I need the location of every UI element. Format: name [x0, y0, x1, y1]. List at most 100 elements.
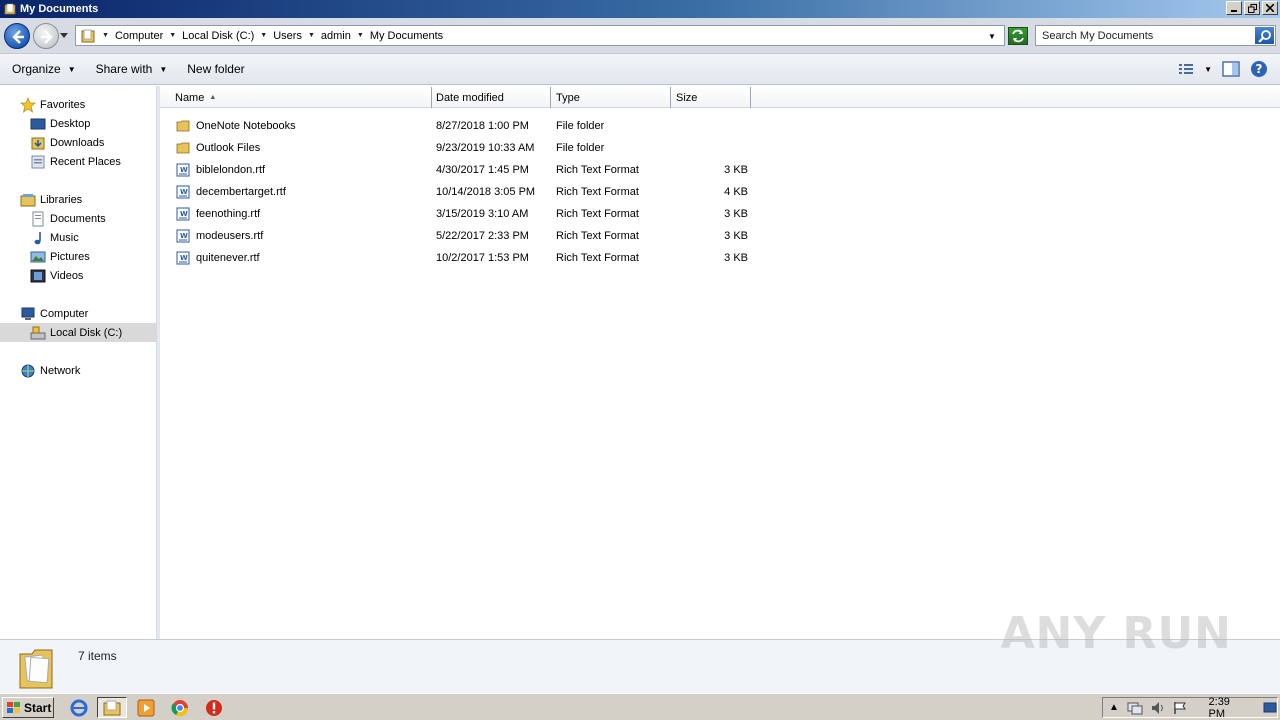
file-name: quitenever.rtf [196, 252, 260, 264]
taskbar-media-player[interactable] [131, 697, 161, 718]
date-modified-cell: 10/2/2017 1:53 PM [436, 252, 529, 264]
breadcrumb-my-documents[interactable]: ▼ My Documents [357, 30, 443, 42]
breadcrumb-local-disk[interactable]: ▼ Local Disk (C:) [169, 30, 254, 42]
nav-libraries[interactable]: Libraries [20, 190, 82, 209]
nav-documents[interactable]: Documents [30, 209, 106, 228]
column-header-name[interactable]: Name ▲ [170, 87, 432, 108]
nav-music[interactable]: Music [30, 228, 79, 247]
disk-drive-icon [30, 326, 46, 339]
address-bar[interactable]: ▼ Computer ▼ Local Disk (C:) ▼ Users ▼ a… [75, 25, 1005, 46]
breadcrumb-label: admin [320, 29, 351, 42]
navigation-pane: Favorites Desktop Downloads Recent Place… [0, 86, 157, 639]
column-header-size[interactable]: Size [671, 87, 751, 108]
rtf-document-icon: W [176, 207, 190, 221]
column-label: Size [676, 91, 698, 104]
nav-pictures[interactable]: Pictures [30, 247, 90, 266]
media-player-icon [137, 699, 155, 716]
nav-favorites[interactable]: Favorites [20, 95, 85, 114]
taskbar-chrome[interactable] [165, 697, 195, 718]
clock[interactable]: 2:39 PM [1209, 696, 1250, 720]
desktop-icon [30, 118, 46, 129]
recent-pages-chevron-icon[interactable] [60, 33, 68, 39]
share-with-button[interactable]: Share with ▼ [96, 62, 168, 76]
svg-text:W: W [180, 210, 188, 218]
chevron-down-icon: ▼ [67, 64, 76, 74]
back-button[interactable] [4, 23, 30, 49]
nav-computer[interactable]: Computer [20, 304, 88, 323]
title-bar[interactable]: My Documents [0, 0, 1280, 18]
show-hidden-icons-icon[interactable]: ▲ [1109, 702, 1119, 713]
taskbar: Start ▲ 2:39 PM [0, 693, 1280, 720]
taskbar-antivirus[interactable] [199, 697, 229, 718]
taskbar-explorer[interactable] [97, 697, 127, 718]
action-center-flag-icon[interactable] [1173, 701, 1187, 715]
new-folder-button[interactable]: New folder [187, 62, 244, 76]
view-options-icon[interactable] [1178, 62, 1194, 76]
nav-recent-places[interactable]: Recent Places [30, 152, 121, 171]
column-label: Date modified [436, 91, 504, 104]
chevron-right-icon[interactable]: ▼ [357, 32, 364, 39]
type-cell: Rich Text Format [556, 208, 639, 220]
folder-row[interactable]: OneNote Notebooks 8/27/2018 1:00 PM File f… [176, 115, 756, 137]
volume-icon[interactable] [1151, 701, 1165, 715]
forward-button[interactable] [33, 23, 59, 49]
file-row[interactable]: Wdecembertarget.rtf 10/14/2018 3:05 PM Ric… [176, 181, 756, 203]
refresh-button[interactable] [1008, 27, 1028, 45]
breadcrumb-admin[interactable]: ▼ admin [308, 30, 351, 42]
chevron-right-icon[interactable]: ▼ [169, 32, 176, 39]
name-cell: Outlook Files [176, 137, 260, 159]
svg-text:?: ? [1256, 62, 1263, 76]
preview-pane-icon[interactable] [1222, 61, 1240, 77]
organize-button[interactable]: Organize ▼ [12, 62, 76, 76]
system-tray: ▲ 2:39 PM [1102, 696, 1278, 720]
column-headers: Name ▲ Date modified Type Size [160, 87, 1280, 108]
file-row[interactable]: Wbiblelondon.rtf 4/30/2017 1:45 PM Rich Te… [176, 159, 756, 181]
internet-explorer-icon [70, 699, 88, 716]
nav-desktop[interactable]: Desktop [30, 114, 90, 133]
minimize-button[interactable] [1226, 1, 1242, 15]
nav-network[interactable]: Network [20, 361, 80, 380]
type-cell: Rich Text Format [556, 186, 639, 198]
breadcrumb-users[interactable]: ▼ Users [260, 30, 302, 42]
chevron-right-icon[interactable]: ▼ [308, 32, 315, 39]
folder-row[interactable]: Outlook Files 9/23/2019 10:33 AM File fold… [176, 137, 756, 159]
restore-button[interactable] [1244, 1, 1260, 15]
breadcrumb-computer[interactable]: ▼ Computer [102, 30, 163, 42]
chevron-right-icon[interactable]: ▼ [260, 32, 267, 39]
chevron-down-icon: ▼ [159, 64, 168, 74]
nav-label: Videos [50, 269, 84, 282]
view-chevron-down-icon[interactable]: ▼ [1204, 65, 1212, 74]
column-label: Type [556, 91, 580, 104]
size-cell: 4 KB [724, 186, 748, 198]
new-folder-label: New folder [187, 62, 245, 76]
close-button[interactable] [1262, 1, 1278, 15]
stop-alert-icon [206, 699, 222, 716]
address-history-chevron-icon[interactable]: ▼ [988, 32, 996, 41]
search-button[interactable] [1255, 27, 1274, 44]
nav-label: Network [40, 364, 81, 377]
start-button[interactable]: Start [2, 697, 54, 718]
svg-text:W: W [180, 166, 188, 174]
nav-downloads[interactable]: Downloads [30, 133, 104, 152]
sort-ascending-icon: ▲ [209, 94, 217, 101]
search-input[interactable]: Search My Documents [1035, 25, 1276, 46]
help-icon[interactable]: ? [1250, 60, 1268, 78]
column-header-type[interactable]: Type [551, 87, 671, 108]
nav-videos[interactable]: Videos [30, 266, 83, 285]
column-header-date[interactable]: Date modified [431, 87, 551, 108]
nav-label: Documents [50, 212, 106, 225]
file-row[interactable]: Wquitenever.rtf 10/2/2017 1:53 PM Rich Tex… [176, 247, 756, 269]
documents-icon [32, 211, 44, 226]
recent-places-icon [31, 155, 45, 168]
date-modified-cell: 5/22/2017 2:33 PM [436, 230, 529, 242]
file-row[interactable]: Wfeenothing.rtf 3/15/2019 3:10 AM Rich Tex… [176, 203, 756, 225]
taskbar-internet-explorer[interactable] [64, 697, 94, 718]
nav-local-disk[interactable]: Local Disk (C:) [0, 323, 157, 342]
file-row[interactable]: Wmodeusers.rtf 5/22/2017 2:33 PM Rich Text… [176, 225, 756, 247]
size-cell [668, 115, 748, 137]
network-tray-icon[interactable] [1127, 701, 1143, 715]
date-modified-cell: 10/14/2018 3:05 PM [436, 186, 536, 198]
name-cell: OneNote Notebooks [176, 115, 296, 137]
show-desktop-icon[interactable] [1263, 702, 1277, 714]
chevron-right-icon[interactable]: ▼ [102, 32, 109, 39]
